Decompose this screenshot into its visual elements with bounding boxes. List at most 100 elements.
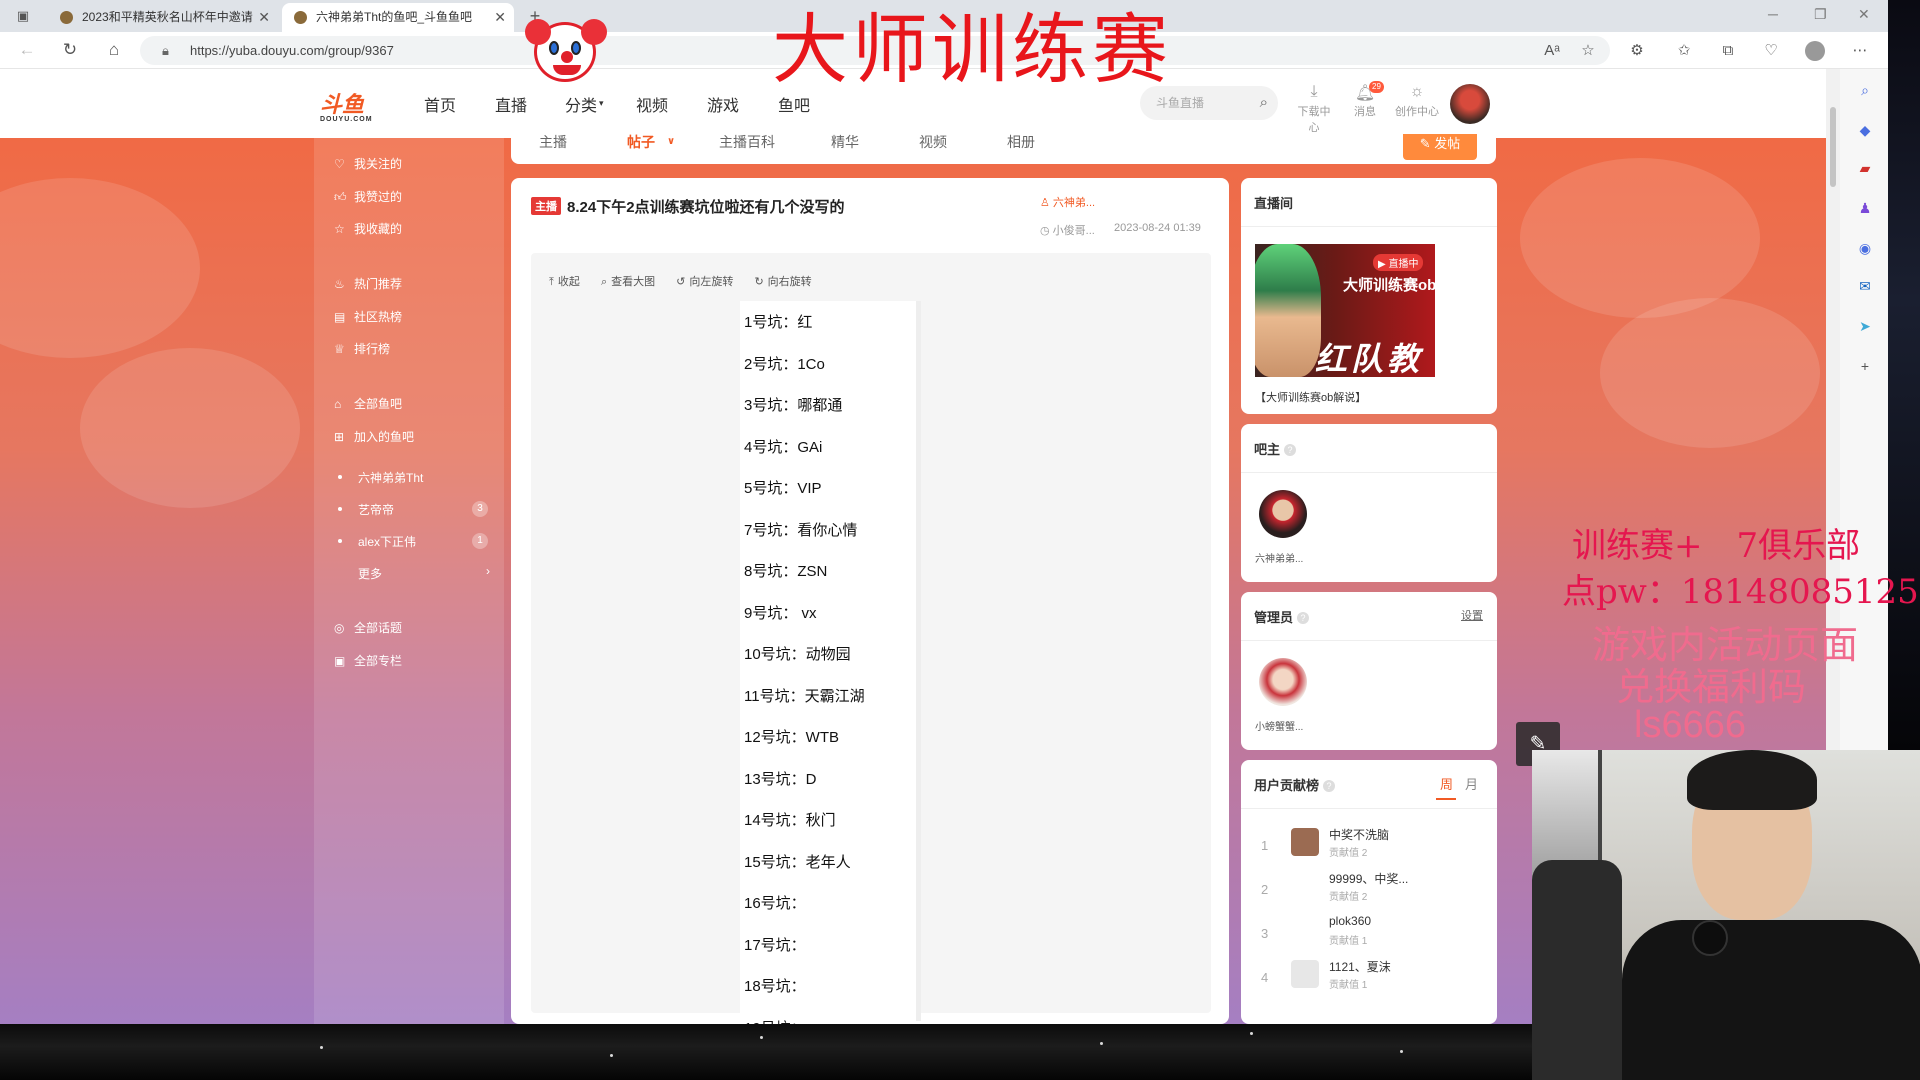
post-image[interactable]: 1号坑：红 2号坑：1Co 3号坑：哪都通 4号坑：GAi 5号坑：VIP 7号坑：看你心…: [740, 301, 921, 1037]
creator-center-button[interactable]: ☼ 创作中心: [1394, 83, 1440, 119]
post-title[interactable]: 主播 8.24下午2点训练赛坑位啦还有几个没写的: [531, 196, 845, 217]
slot-line: 12号坑：WTB: [744, 729, 840, 746]
favorite-star-icon[interactable]: ☆: [1578, 41, 1598, 61]
tab-anchor[interactable]: 主播: [539, 134, 567, 150]
tab-featured[interactable]: 精华: [831, 134, 859, 150]
extensions-icon[interactable]: ⚙: [1627, 41, 1647, 61]
rank-name[interactable]: 1121、夏沫: [1329, 958, 1391, 975]
help-icon[interactable]: ?: [1284, 444, 1297, 456]
video-camera-icon: ▶: [1378, 259, 1389, 270]
sparkle: [320, 1046, 323, 1049]
minimize-icon[interactable]: ─: [1768, 6, 1778, 22]
search-icon[interactable]: ⌕: [1856, 81, 1874, 99]
add-icon[interactable]: +: [1856, 357, 1874, 375]
office-icon[interactable]: ◉: [1856, 239, 1874, 257]
nav-category[interactable]: 分类: [565, 92, 597, 116]
rank-avatar[interactable]: [1291, 828, 1319, 856]
sidebar-item-community-hot[interactable]: ▤ 社区热榜: [334, 308, 402, 325]
rotate-left-button[interactable]: ↺ 向左旋转: [676, 276, 733, 288]
tag-icon[interactable]: ◆: [1856, 121, 1874, 139]
rank-name[interactable]: plok360: [1329, 914, 1371, 928]
view-large-button[interactable]: ⌕ 查看大图: [601, 276, 655, 288]
rank-avatar[interactable]: [1291, 960, 1319, 988]
search-icon[interactable]: ⌕: [1260, 86, 1268, 120]
sidebar-item-ranking[interactable]: ♕ 排行榜: [334, 340, 390, 357]
home-icon[interactable]: ⌂: [103, 39, 125, 61]
sidebar-item-favorites[interactable]: ☆ 我收藏的: [334, 220, 402, 237]
refresh-icon[interactable]: ↻: [59, 39, 81, 61]
settings-link[interactable]: 设置: [1461, 607, 1483, 623]
plus-box-icon: ⊞: [334, 430, 345, 444]
background-cloud: [1600, 298, 1820, 448]
toolbox-icon[interactable]: ▰: [1856, 159, 1874, 177]
tab-actions-icon[interactable]: ▣: [12, 5, 34, 27]
sidebar-item-liked[interactable]: 👍︎ 我赞过的: [334, 188, 402, 205]
download-center-button[interactable]: ⤓ 下载中心: [1294, 83, 1334, 135]
favorites-icon[interactable]: ✩: [1674, 41, 1694, 61]
rank-name[interactable]: 99999、中奖...: [1329, 870, 1408, 887]
sidebar-item-following[interactable]: ♡ 我关注的: [334, 155, 402, 172]
tab-week[interactable]: 周: [1440, 774, 1453, 793]
sidebar-item-all-yuba[interactable]: ⌂ 全部鱼吧: [334, 395, 402, 412]
rank-name[interactable]: 中奖不洗脑: [1329, 826, 1389, 843]
back-icon[interactable]: ←: [16, 39, 38, 61]
restore-icon[interactable]: ❐: [1814, 6, 1827, 23]
douyu-logo[interactable]: 斗鱼 DOUYU.COM: [320, 87, 373, 123]
clown-hair: [581, 19, 607, 45]
owner-name[interactable]: 六神弟弟...: [1255, 550, 1303, 565]
admin-avatar[interactable]: [1259, 658, 1307, 706]
sidebar-item-columns[interactable]: ▣ 全部专栏: [334, 652, 402, 669]
help-icon[interactable]: ?: [1297, 612, 1310, 624]
live-thumbnail[interactable]: ▶ 直播中 大师训练赛ob 红队教: [1255, 244, 1435, 377]
nav-live[interactable]: 直播: [495, 92, 527, 116]
creator-center-label: 创作中心: [1395, 106, 1439, 118]
sidebar-item-joined-2[interactable]: 艺帝帝: [358, 501, 394, 518]
profile-avatar[interactable]: [1805, 41, 1825, 61]
post-author[interactable]: ◷ 小俊哥...: [1040, 222, 1095, 238]
owner-avatar[interactable]: [1259, 490, 1307, 538]
streamer-body: [1622, 920, 1920, 1080]
more-menu-icon[interactable]: ⋯: [1850, 41, 1870, 61]
messages-button[interactable]: 🔔︎ 29 消息: [1345, 81, 1385, 119]
outlook-icon[interactable]: ✉: [1856, 277, 1874, 295]
rotate-left-icon: ↺: [676, 276, 686, 288]
author-tag[interactable]: ♙ 六神弟...: [1040, 194, 1095, 210]
tab-wiki[interactable]: 主播百科: [719, 134, 775, 150]
telegram-icon[interactable]: ➤: [1856, 317, 1874, 335]
user-icon: ♙: [1040, 197, 1053, 209]
close-window-icon[interactable]: ✕: [1858, 6, 1870, 23]
tab-posts[interactable]: 帖子: [627, 134, 655, 150]
nav-video[interactable]: 视频: [636, 92, 668, 116]
scrollbar-thumb[interactable]: [1830, 107, 1836, 187]
nav-games[interactable]: 游戏: [707, 92, 739, 116]
close-tab-icon[interactable]: ✕: [258, 3, 270, 32]
browser-tab-1[interactable]: 2023和平精英秋名山杯年中邀请 ✕: [48, 3, 278, 32]
tab-videos[interactable]: 视频: [919, 134, 947, 150]
nav-home[interactable]: 首页: [424, 92, 456, 116]
collapse-button[interactable]: ⤒ 收起: [549, 276, 580, 288]
sidebar-item-topics[interactable]: ◎ 全部话题: [334, 619, 402, 636]
help-icon[interactable]: ?: [1323, 780, 1336, 792]
rank-value: 贡献值 2: [1329, 848, 1368, 859]
user-avatar[interactable]: [1450, 84, 1490, 124]
live-caption[interactable]: 【大师训练赛ob解说】: [1255, 389, 1366, 405]
games-icon[interactable]: ♟: [1856, 199, 1874, 217]
tab-month[interactable]: 月: [1465, 774, 1478, 793]
lock-icon[interactable]: 🔒︎: [162, 36, 169, 65]
sidebar-more[interactable]: 更多: [358, 565, 382, 582]
sidebar-item-hot[interactable]: ♨ 热门推荐: [334, 275, 402, 292]
collections-icon[interactable]: ⧉: [1718, 41, 1738, 61]
anime-character-image: [1255, 244, 1321, 377]
admin-name[interactable]: 小螃蟹蟹...: [1255, 718, 1303, 733]
sidebar-item-joined-yuba[interactable]: ⊞ 加入的鱼吧: [334, 428, 414, 445]
close-tab-icon[interactable]: ✕: [494, 3, 506, 32]
new-post-button[interactable]: ✎ 发帖: [1403, 134, 1477, 160]
browser-essentials-icon[interactable]: ♡: [1761, 41, 1781, 61]
browser-tab-2[interactable]: 六神弟弟Tht的鱼吧_斗鱼鱼吧 ✕: [282, 3, 514, 32]
download-center-label: 下载中心: [1297, 106, 1331, 134]
sidebar-item-joined-1[interactable]: 六神弟弟Tht: [358, 469, 423, 486]
sidebar-item-joined-3[interactable]: alex下正伟: [358, 533, 416, 550]
rotate-right-button[interactable]: ↻ 向右旋转: [754, 276, 811, 288]
tab-albums[interactable]: 相册: [1007, 134, 1035, 150]
read-aloud-icon[interactable]: Aᵃ: [1542, 41, 1562, 61]
